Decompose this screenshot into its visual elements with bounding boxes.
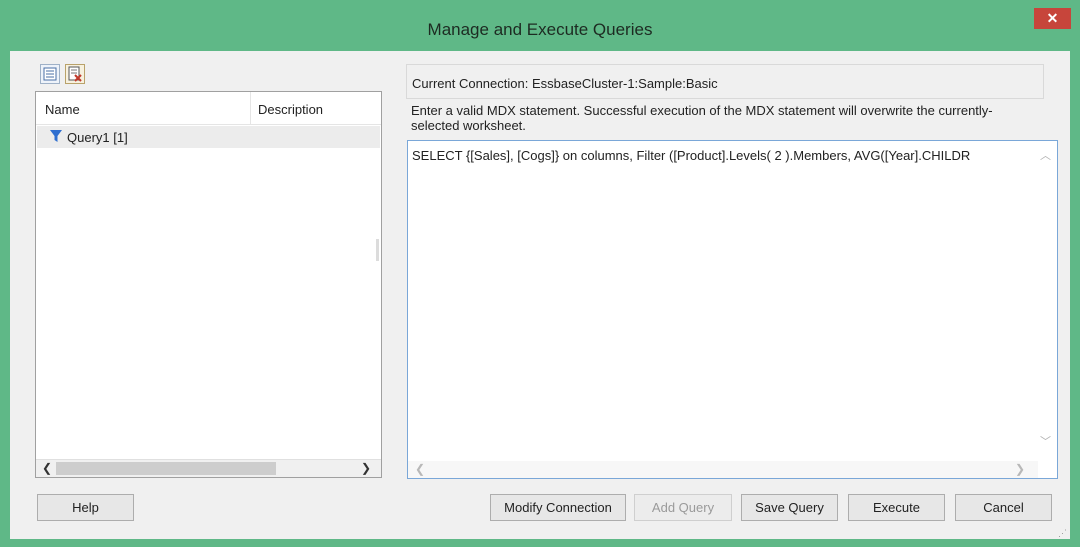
scroll-down-icon[interactable]: ﹀ [1040,433,1051,449]
dialog-body: Name Description Query1 [1] ❮ ❯ Current … [10,51,1070,539]
mdx-statement[interactable]: SELECT {[Sales], [Cogs]} on columns, Fil… [412,148,1034,163]
cancel-button[interactable]: Cancel [955,494,1052,521]
query-list-icon[interactable] [40,64,60,84]
dialog-window: Manage and Execute Queries ✕ Name Descri… [0,0,1080,547]
list-header: Name Description [36,92,381,125]
add-query-button[interactable]: Add Query [634,494,732,521]
scroll-left-icon[interactable]: ❮ [42,461,52,475]
title-bar[interactable]: Manage and Execute Queries ✕ [0,0,1080,50]
window-title: Manage and Execute Queries [427,20,653,39]
help-button[interactable]: Help [37,494,134,521]
delete-query-icon[interactable] [65,64,85,84]
execute-button[interactable]: Execute [848,494,945,521]
panel-splitter[interactable] [376,239,379,261]
scroll-thumb[interactable] [56,462,276,475]
column-divider[interactable] [250,92,251,124]
list-horizontal-scrollbar[interactable]: ❮ ❯ [36,459,381,477]
filter-icon [49,129,63,146]
query-list[interactable]: Name Description Query1 [1] ❮ ❯ [35,91,382,478]
list-item[interactable]: Query1 [1] [37,126,380,148]
connection-box: Current Connection: EssbaseCluster-1:Sam… [406,64,1044,99]
scroll-right-icon[interactable]: ❯ [361,461,371,475]
scroll-up-icon[interactable]: ︿ [1040,147,1051,163]
modify-connection-button[interactable]: Modify Connection [490,494,626,521]
query-name: Query1 [1] [67,130,128,145]
column-header-description[interactable]: Description [258,102,323,117]
mdx-editor[interactable]: SELECT {[Sales], [Cogs]} on columns, Fil… [407,140,1058,479]
resize-grip-icon[interactable]: ⋰ [1058,528,1067,539]
scroll-right-icon[interactable]: ❯ [1015,462,1025,476]
instructions-text: Enter a valid MDX statement. Successful … [411,103,993,133]
save-query-button[interactable]: Save Query [741,494,838,521]
close-button[interactable]: ✕ [1034,8,1071,29]
current-connection: Current Connection: EssbaseCluster-1:Sam… [412,76,718,91]
scroll-left-icon[interactable]: ❮ [415,462,425,476]
editor-horizontal-scrollbar[interactable]: ❮ ❯ [408,461,1038,478]
column-header-name[interactable]: Name [45,102,80,117]
